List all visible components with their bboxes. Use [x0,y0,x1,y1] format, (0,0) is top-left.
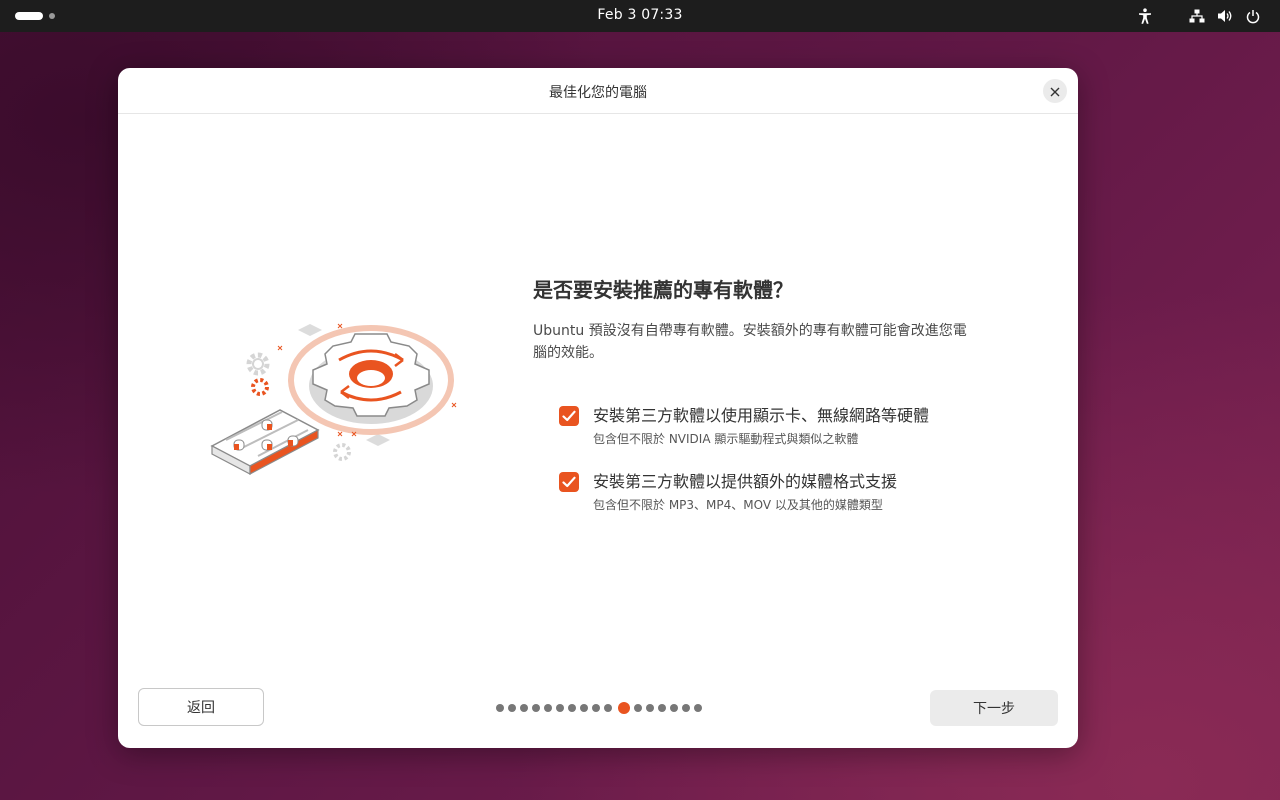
step-dot [646,704,654,712]
step-dot [634,704,642,712]
media-formats-checkbox[interactable] [559,472,579,492]
step-dot [544,704,552,712]
volume-icon[interactable] [1216,7,1234,25]
step-dot [580,704,588,712]
top-bar: Feb 3 07:33 [0,0,1280,32]
power-icon[interactable] [1244,7,1262,25]
gear-settings-illustration [206,316,466,486]
step-dot [658,704,666,712]
page-description: Ubuntu 預設沒有自帶專有軟體。安裝額外的專有軟體可能會改進您電腦的效能。 [533,323,967,361]
step-dot [682,704,690,712]
step-dot [694,704,702,712]
graphics-wifi-checkbox[interactable] [559,406,579,426]
back-button[interactable]: 返回 [138,688,264,726]
dialog-title: 最佳化您的電腦 [549,85,647,101]
step-dot [592,704,600,712]
checkmark-icon [562,407,576,426]
step-indicator [496,702,706,714]
option-sublabel: 包含但不限於 NVIDIA 顯示驅動程式與類似之軟體 [593,432,859,446]
step-dot-current [618,702,630,714]
close-icon [1050,82,1060,101]
step-dot [520,704,528,712]
accessibility-icon[interactable] [1136,7,1154,25]
optimize-dialog: 最佳化您的電腦 是否要安裝推薦的專有軟體？ Ubuntu 預設沒有自帶專有軟體。… [118,68,1078,748]
option-graphics-wifi[interactable]: 安裝第三方軟體以使用顯示卡、無線網路等硬體 包含但不限於 NVIDIA 顯示驅動… [559,404,983,448]
system-tray[interactable] [1136,7,1262,25]
page-heading: 是否要安裝推薦的專有軟體？ [533,278,793,302]
close-button[interactable] [1043,79,1067,103]
step-dot [508,704,516,712]
network-icon[interactable] [1188,7,1206,25]
option-label[interactable]: 安裝第三方軟體以提供額外的媒體格式支援 [593,470,983,494]
step-dot [496,704,504,712]
dialog-header: 最佳化您的電腦 [118,68,1078,114]
next-button[interactable]: 下一步 [930,690,1058,726]
option-media-formats[interactable]: 安裝第三方軟體以提供額外的媒體格式支援 包含但不限於 MP3、MP4、MOV 以… [559,470,983,514]
content-panel: 是否要安裝推薦的專有軟體？ Ubuntu 預設沒有自帶專有軟體。安裝額外的專有軟… [533,276,983,514]
step-dot [556,704,564,712]
step-dot [568,704,576,712]
option-label[interactable]: 安裝第三方軟體以使用顯示卡、無線網路等硬體 [593,404,983,428]
checkmark-icon [562,473,576,492]
clock[interactable]: Feb 3 07:33 [0,7,1280,23]
step-dot [670,704,678,712]
step-dot [604,704,612,712]
options-list: 安裝第三方軟體以使用顯示卡、無線網路等硬體 包含但不限於 NVIDIA 顯示驅動… [559,404,983,514]
step-dot [532,704,540,712]
option-sublabel: 包含但不限於 MP3、MP4、MOV 以及其他的媒體類型 [593,498,883,512]
